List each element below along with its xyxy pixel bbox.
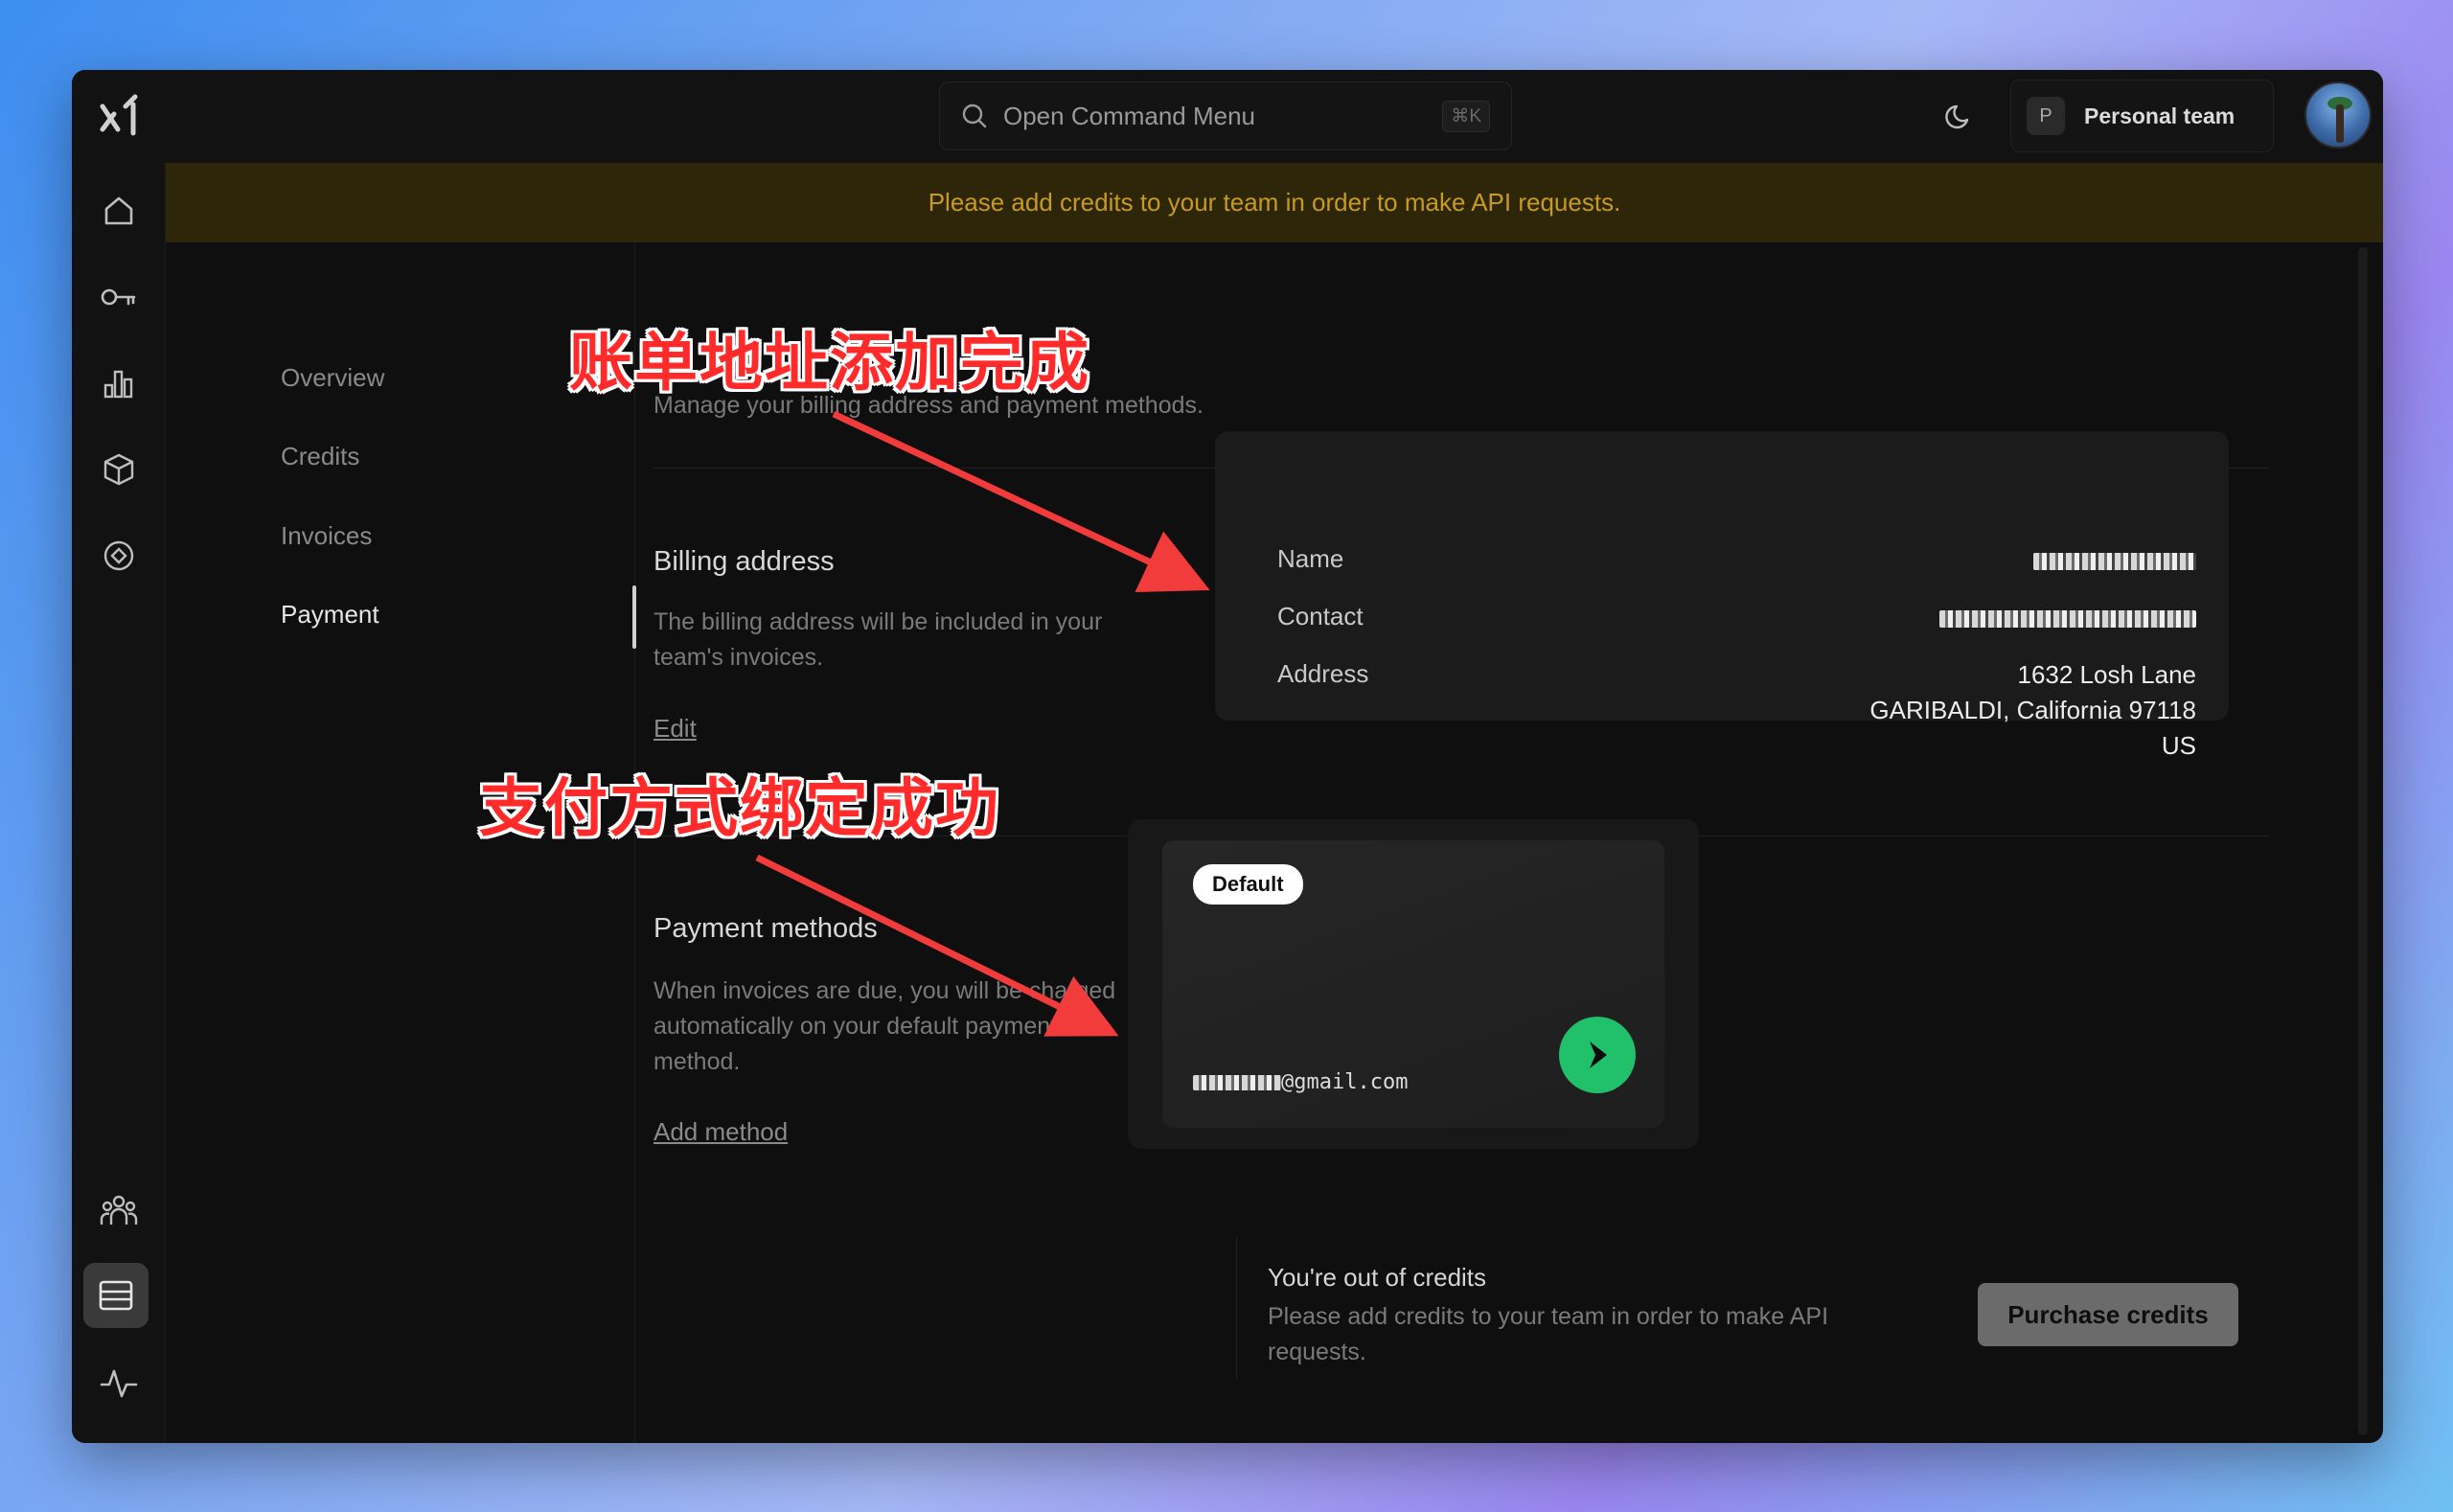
contact-value-redacted xyxy=(1939,602,2196,637)
theme-toggle-moon-icon[interactable] xyxy=(1942,99,1977,133)
out-of-credits-description: Please add credits to your team in order… xyxy=(1268,1303,1829,1365)
default-badge: Default xyxy=(1193,864,1303,905)
active-indicator xyxy=(632,585,636,649)
address-value: 1632 Losh Lane GARIBALDI, California 971… xyxy=(1869,657,2196,764)
out-of-credits-title: You're out of credits xyxy=(1268,1263,1487,1292)
xai-logo-icon[interactable] xyxy=(91,87,149,145)
edit-billing-link[interactable]: Edit xyxy=(653,714,697,744)
team-name: Personal team xyxy=(2084,103,2235,128)
address-line-2: GARIBALDI, California 97118 xyxy=(1869,696,2196,724)
payment-methods-description: When invoices are due, you will be charg… xyxy=(653,977,1116,1075)
payment-method-card[interactable]: Default @gmail.com xyxy=(1162,840,1664,1128)
activity-icon[interactable] xyxy=(95,1359,143,1407)
top-bar: Open Command Menu ⌘K P Personal team xyxy=(72,70,2383,163)
payment-method-email: @gmail.com xyxy=(1193,1070,1408,1094)
models-cube-icon[interactable] xyxy=(95,446,143,493)
purchase-credits-button[interactable]: Purchase credits xyxy=(1978,1283,2238,1346)
subnav-item-overview[interactable]: Overview xyxy=(281,363,384,393)
user-avatar[interactable] xyxy=(2304,81,2372,149)
command-menu-button[interactable]: Open Command Menu ⌘K xyxy=(939,81,1512,150)
billing-address-card: Name Contact Address 1632 Losh Lane GARI… xyxy=(1215,431,2229,760)
link-payment-logo-icon xyxy=(1559,1017,1636,1093)
annotation-billing-done: 账单地址添加完成 xyxy=(569,326,1090,400)
name-label: Name xyxy=(1277,544,1344,573)
subnav-item-invoices[interactable]: Invoices xyxy=(281,521,372,551)
credits-warning-banner: Please add credits to your team in order… xyxy=(166,163,2383,242)
annotation-payment-done: 支付方式绑定成功 xyxy=(479,771,1000,845)
address-line-1: 1632 Losh Lane xyxy=(2017,660,2196,689)
banner-text: Please add credits to your team in order… xyxy=(928,188,1621,217)
compass-icon[interactable] xyxy=(95,532,143,580)
scrollbar[interactable] xyxy=(2358,247,2368,1435)
team-avatar: P xyxy=(2027,97,2065,135)
team-members-icon[interactable] xyxy=(95,1186,143,1234)
address-label: Address xyxy=(1277,659,1369,688)
home-icon[interactable] xyxy=(95,187,143,235)
subnav-item-payment[interactable]: Payment xyxy=(281,600,379,630)
add-method-link[interactable]: Add method xyxy=(653,1117,788,1147)
team-switcher[interactable]: P Personal team xyxy=(2010,80,2274,152)
search-icon xyxy=(962,103,987,128)
name-value-redacted xyxy=(2033,544,2196,580)
billing-address-description: The billing address will be included in … xyxy=(653,608,1103,671)
key-icon[interactable] xyxy=(95,273,143,321)
left-rail xyxy=(72,163,166,1443)
billing-address-title: Billing address xyxy=(653,546,835,577)
payment-methods-title: Payment methods xyxy=(653,913,878,944)
payment-method-panel: Default @gmail.com xyxy=(1128,819,1699,1149)
contact-label: Contact xyxy=(1277,602,1364,630)
address-line-3: US xyxy=(2161,731,2196,760)
command-menu-shortcut: ⌘K xyxy=(1442,100,1490,132)
payment-email-suffix: @gmail.com xyxy=(1281,1070,1409,1094)
subnav-item-credits[interactable]: Credits xyxy=(281,442,359,471)
command-menu-label: Open Command Menu xyxy=(1003,101,1256,130)
analytics-icon[interactable] xyxy=(95,359,143,407)
billing-icon[interactable] xyxy=(83,1263,149,1328)
